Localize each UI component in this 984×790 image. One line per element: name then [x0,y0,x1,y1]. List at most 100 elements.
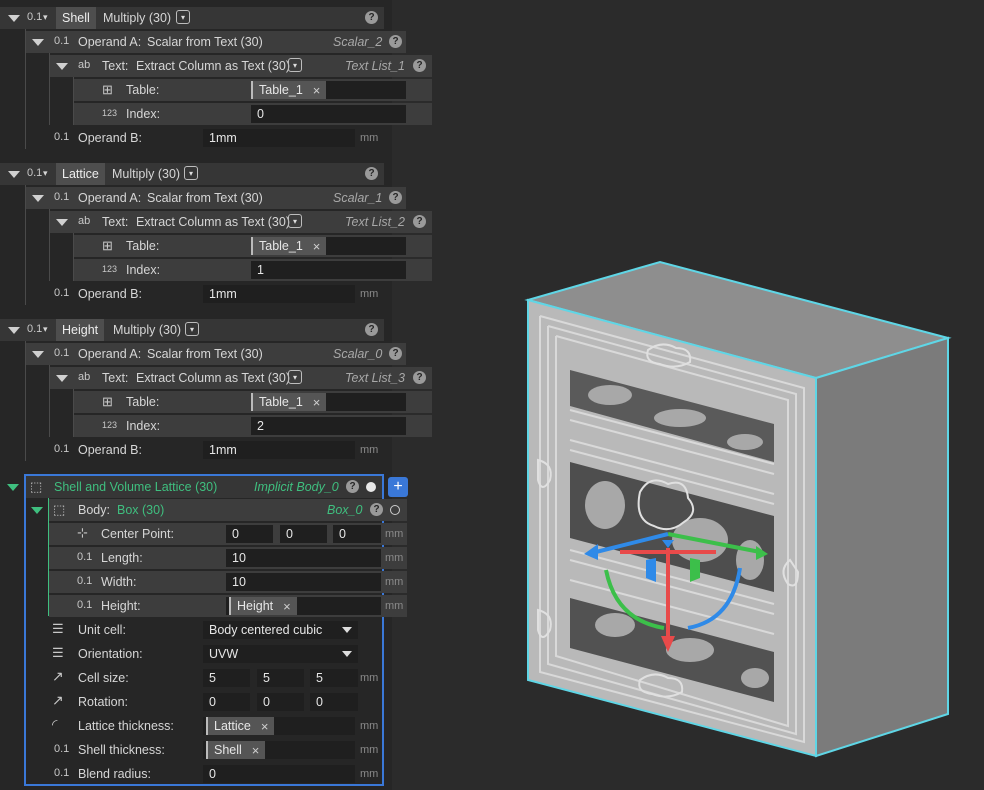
node-name-tag[interactable]: Height [56,319,105,341]
chip-label: Shell [214,743,242,757]
center-y-field[interactable]: 0 [280,525,327,543]
node-operation: Multiply (30) [113,323,182,337]
unit-label: mm [360,288,379,300]
dropdown-icon[interactable]: ▾ [288,214,302,228]
close-icon[interactable]: × [313,239,321,254]
text-row[interactable]: ab Text: Extract Column as Text (30) ▾ T… [50,211,432,233]
operand-b-field[interactable]: 1mm [203,129,355,147]
collapse-icon[interactable] [56,63,68,70]
text-label: Text: [102,59,129,73]
collapse-icon[interactable] [8,171,20,178]
length-field[interactable]: 10 [226,549,381,567]
dropdown-icon[interactable]: ▾ [185,322,199,336]
body-row[interactable]: ⬚ Body: Box (30) Box_0 ? [31,499,407,521]
index-field[interactable]: 2 [251,417,406,435]
text-row[interactable]: ab Text: Extract Column as Text (30) ▾ T… [50,55,432,77]
collapse-icon[interactable] [7,484,19,491]
node-header[interactable]: 0.1 ▾ Shell Multiply (30) ▾ ? [0,7,384,29]
dropdown-icon[interactable]: ▾ [176,10,190,24]
help-icon[interactable]: ? [365,167,378,180]
collapse-icon[interactable] [31,507,43,514]
lattice-node-header[interactable]: ⬚ Shell and Volume Lattice (30) Implicit… [7,476,382,498]
scalar-icon: 0.1 [54,287,70,299]
dropdown-icon[interactable]: ▾ [184,166,198,180]
operand-a-row[interactable]: 0.1 Operand A: Scalar from Text (30) Sca… [26,31,406,53]
chevron-down-icon[interactable]: ▾ [43,168,48,179]
text-value: Extract Column as Text (30) [136,371,290,385]
list-icon: ☰ [52,621,64,636]
cell-size-x-field[interactable]: 5 [203,669,250,687]
node-header[interactable]: 0.1 ▾ Lattice Multiply (30) ▾ ? [0,163,384,185]
table-row: ⊞ Table: Table_1 × [74,79,432,101]
height-chip[interactable]: Height × [229,597,297,615]
body-value: Box (30) [117,503,165,517]
blend-radius-field[interactable]: 0 [203,765,355,783]
operand-a-name: Scalar_2 [333,35,383,49]
collapse-icon[interactable] [32,39,44,46]
dropdown-icon[interactable]: ▾ [288,58,302,72]
help-icon[interactable]: ? [365,323,378,336]
scalar-icon: 0.1 [54,767,70,779]
gizmo-plane-blue[interactable] [646,558,656,582]
chevron-down-icon[interactable]: ▾ [43,12,48,23]
orientation-select[interactable]: UVW [203,645,358,663]
table-chip[interactable]: Table_1 × [251,393,327,411]
center-z-field[interactable]: 0 [333,525,381,543]
help-icon[interactable]: ? [365,11,378,24]
rotation-x-field[interactable]: 0 [203,693,250,711]
operand-b-label: Operand B: [78,287,142,301]
table-chip[interactable]: Table_1 × [251,237,327,255]
cell-size-row: ↗ Cell size: 5 5 5 mm [26,667,382,689]
rotation-y-field[interactable]: 0 [257,693,304,711]
table-chip[interactable]: Table_1 × [251,81,327,99]
table-label: Table: [126,83,160,97]
index-field[interactable]: 1 [251,261,406,279]
collapse-icon[interactable] [8,327,20,334]
width-field[interactable]: 10 [226,573,381,591]
lattice-node-title: Shell and Volume Lattice (30) [54,480,218,494]
collapse-icon[interactable] [32,351,44,358]
center-x-field[interactable]: 0 [226,525,273,543]
operand-a-row[interactable]: 0.1 Operand A: Scalar from Text (30) Sca… [26,187,406,209]
cell-size-z-field[interactable]: 5 [310,669,358,687]
close-icon[interactable]: × [252,743,260,758]
collapse-icon[interactable] [32,195,44,202]
cell-size-label: Cell size: [78,671,129,685]
operand-a-value: Scalar from Text (30) [147,191,263,205]
unit-label: mm [360,768,379,780]
unit-cell-select[interactable]: Body centered cubic [203,621,358,639]
blend-radius-row: 0.1 Blend radius: 0 mm [26,763,382,785]
rotation-z-field[interactable]: 0 [310,693,358,711]
close-icon[interactable]: × [261,719,269,734]
table-icon: ⊞ [102,82,113,97]
operand-a-row[interactable]: 0.1 Operand A: Scalar from Text (30) Sca… [26,343,406,365]
close-icon[interactable]: × [313,395,321,410]
scalar-icon: 0.1 [77,575,93,587]
close-icon[interactable]: × [283,599,291,614]
lattice-chip[interactable]: Lattice × [206,717,275,735]
node-header[interactable]: 0.1 ▾ Height Multiply (30) ▾ ? [0,319,384,341]
close-icon[interactable]: × [313,83,321,98]
operand-b-field[interactable]: 1mm [203,441,355,459]
cell-size-y-field[interactable]: 5 [257,669,304,687]
collapse-icon[interactable] [56,219,68,226]
operand-b-field[interactable]: 1mm [203,285,355,303]
viewport-3d[interactable] [392,0,984,790]
height-row: 0.1 Height: Height × mm [49,595,407,617]
node-name-tag[interactable]: Shell [56,7,96,29]
operand-b-label: Operand B: [78,131,142,145]
text-row[interactable]: ab Text: Extract Column as Text (30) ▾ T… [50,367,432,389]
chip-label: Table_1 [259,83,303,97]
collapse-icon[interactable] [56,375,68,382]
dropdown-icon[interactable]: ▾ [288,370,302,384]
operand-b-row: 0.1 Operand B: 1mm mm [26,439,384,461]
collapse-icon[interactable] [8,15,20,22]
help-icon[interactable]: ? [370,503,383,516]
help-icon[interactable]: ? [346,480,359,493]
index-field[interactable]: 0 [251,105,406,123]
gizmo-plane-green[interactable] [690,558,700,582]
chevron-down-icon[interactable]: ▾ [43,324,48,335]
shell-chip[interactable]: Shell × [206,741,266,759]
visibility-dot-icon[interactable] [366,482,376,492]
node-name-tag[interactable]: Lattice [56,163,105,185]
